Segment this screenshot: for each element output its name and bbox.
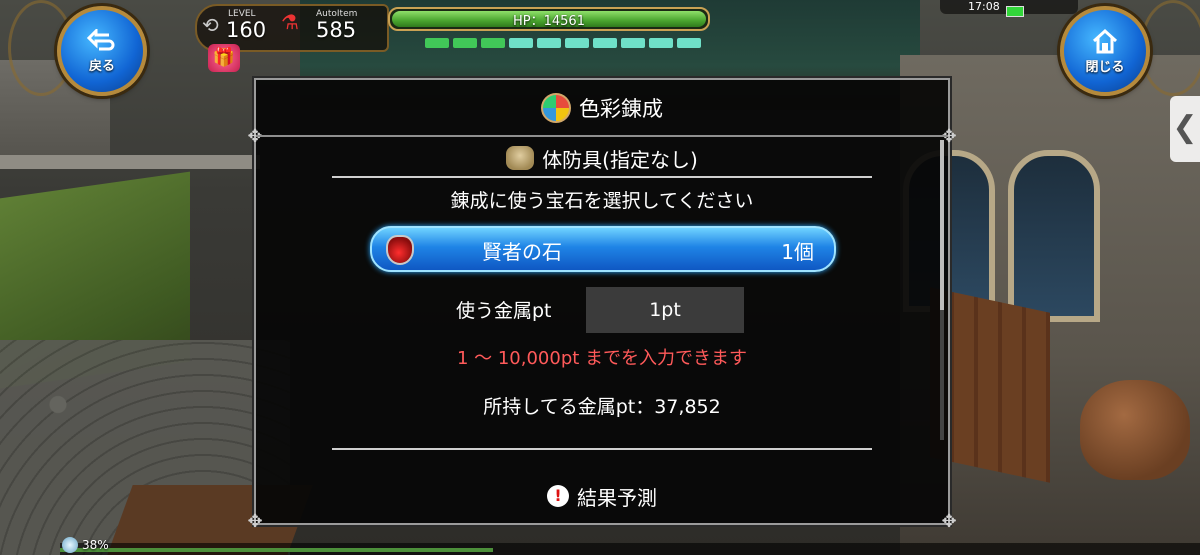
energy-segment bbox=[593, 38, 617, 48]
hp-bar: HP：14561 bbox=[388, 7, 710, 31]
equipment-row: 体防具(指定なし) bbox=[256, 142, 948, 174]
equipment-type: 体防具(指定なし) bbox=[542, 147, 698, 172]
palette-icon bbox=[541, 93, 571, 123]
level-icon: ⟲ bbox=[202, 13, 219, 37]
result-prediction-button[interactable]: ! 結果予測 bbox=[256, 480, 948, 512]
energy-segment bbox=[565, 38, 589, 48]
gift-icon[interactable]: 🎁 bbox=[208, 44, 240, 72]
red-potion-gem-icon bbox=[386, 235, 414, 265]
close-button[interactable]: 閉じる bbox=[1060, 6, 1150, 96]
color-refine-dialog: ✥ ✥ ✥ ✥ 色彩錬成 体防具(指定なし) 錬成に使う宝石を選択してください … bbox=[247, 78, 957, 532]
clay-pot bbox=[1080, 380, 1190, 480]
arched-window bbox=[1008, 150, 1100, 322]
back-button[interactable]: 戻る bbox=[57, 6, 147, 96]
battery-icon bbox=[1006, 6, 1024, 17]
dialog-title: 色彩錬成 bbox=[579, 97, 663, 121]
divider bbox=[332, 448, 872, 450]
corner-ornament-icon: ✥ bbox=[247, 511, 263, 532]
scrollbar[interactable] bbox=[940, 140, 944, 440]
side-menu-toggle[interactable]: ❮ bbox=[1170, 96, 1200, 162]
energy-segment bbox=[537, 38, 561, 48]
exclamation-icon: ! bbox=[547, 485, 569, 507]
back-arrow-icon bbox=[87, 28, 115, 50]
energy-segment bbox=[621, 38, 645, 48]
back-button-label: 戻る bbox=[88, 58, 115, 74]
corner-ornament-icon: ✥ bbox=[941, 511, 957, 532]
stone-ledge bbox=[0, 155, 260, 169]
energy-segments bbox=[425, 38, 701, 48]
armor-icon bbox=[506, 146, 535, 170]
autoitem-value: 585 bbox=[316, 18, 357, 42]
xp-bar bbox=[60, 543, 1200, 555]
gem-name: 賢者の石 bbox=[482, 240, 562, 264]
xp-orb-icon bbox=[62, 537, 78, 553]
dialog-header: 色彩錬成 bbox=[256, 90, 948, 126]
energy-segment bbox=[649, 38, 673, 48]
gem-select-button[interactable]: 賢者の石 1個 bbox=[370, 226, 836, 272]
divider bbox=[332, 176, 872, 178]
energy-segment bbox=[425, 38, 449, 48]
instruction-text: 錬成に使う宝石を選択してください bbox=[450, 190, 754, 212]
result-prediction-label: 結果予測 bbox=[577, 485, 657, 510]
hp-text: HP：14561 bbox=[513, 14, 585, 29]
xp-percent: 38% bbox=[82, 538, 109, 552]
energy-segment bbox=[481, 38, 505, 48]
energy-segment bbox=[509, 38, 533, 48]
scrollbar-thumb[interactable] bbox=[940, 140, 944, 310]
home-icon bbox=[1092, 28, 1118, 53]
owned-metal-pt: 所持してる金属pt：37,852 bbox=[483, 396, 721, 418]
potion-flask-icon: ⚗ bbox=[281, 10, 299, 34]
energy-segment bbox=[677, 38, 701, 48]
xp-bar-fill bbox=[60, 548, 494, 552]
range-hint: 1 〜 10,000pt までを入力できます bbox=[456, 348, 748, 369]
divider bbox=[256, 135, 948, 137]
metal-pt-input[interactable] bbox=[586, 287, 744, 333]
close-button-label: 閉じる bbox=[1085, 59, 1125, 75]
metal-pt-label: 使う金属pt bbox=[456, 300, 552, 322]
level-value: 160 bbox=[226, 18, 267, 42]
gem-count: 1個 bbox=[781, 240, 814, 264]
energy-segment bbox=[453, 38, 477, 48]
